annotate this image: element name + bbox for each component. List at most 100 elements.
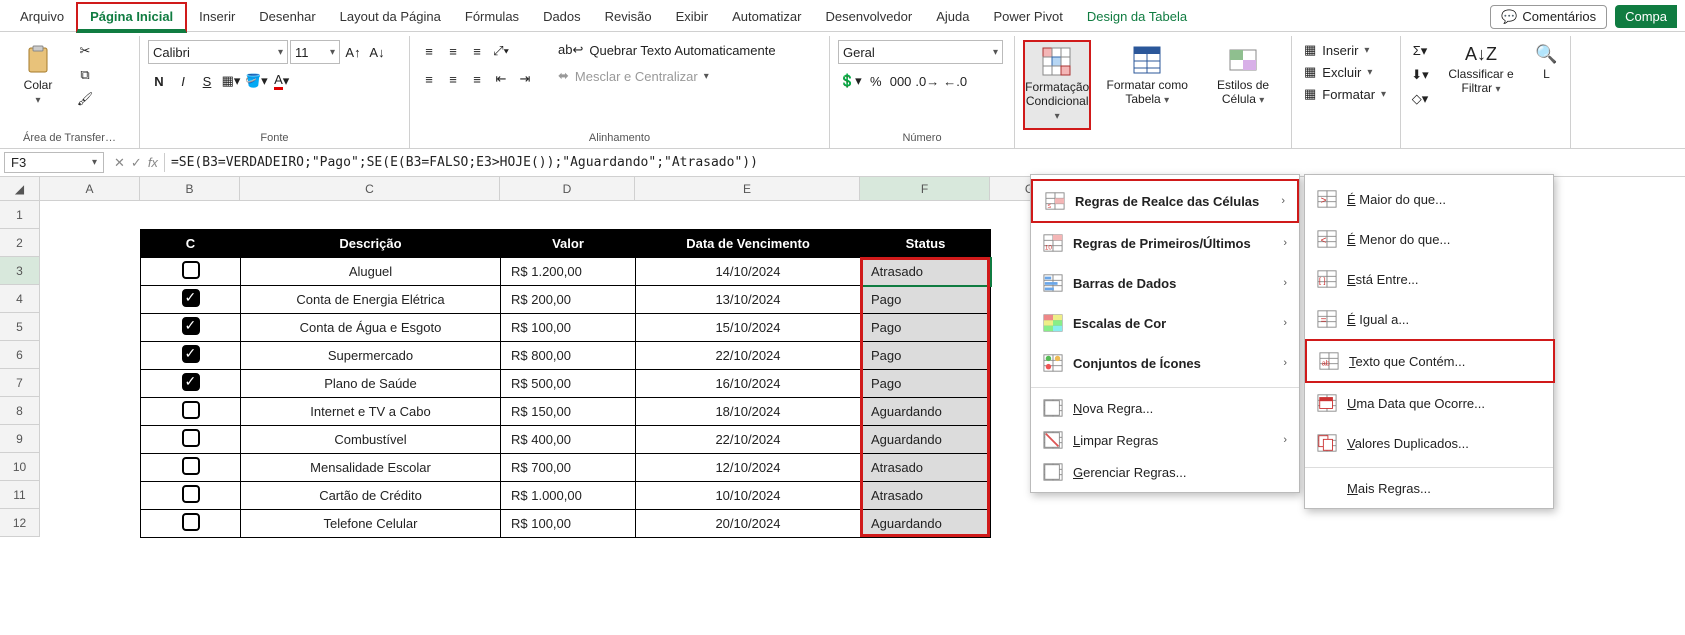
decrease-indent-button[interactable]: ⇤ xyxy=(490,68,512,90)
tab-layout-da-p-gina[interactable]: Layout da Página xyxy=(328,4,453,29)
italic-button[interactable]: I xyxy=(172,70,194,92)
orientation-button[interactable]: ⤢▾ xyxy=(490,40,512,62)
cell-valor[interactable]: R$ 150,00 xyxy=(501,398,636,426)
tab-desenvolvedor[interactable]: Desenvolvedor xyxy=(814,4,925,29)
tab-revis-o[interactable]: Revisão xyxy=(593,4,664,29)
tab-arquivo[interactable]: Arquivo xyxy=(8,4,76,29)
align-middle-button[interactable]: ≡ xyxy=(442,40,464,62)
menu-item--menor-do-que-[interactable]: <É Menor do que... xyxy=(1305,219,1555,259)
wrap-text-button[interactable]: ab↩Quebrar Texto Automaticamente xyxy=(554,40,780,60)
checkbox[interactable] xyxy=(182,373,200,391)
increase-font-button[interactable]: A↑ xyxy=(342,41,364,63)
cell-vencimento[interactable]: 14/10/2024 xyxy=(636,258,861,286)
col-header-F[interactable]: F xyxy=(860,177,990,201)
menu-item--maior-do-que-[interactable]: >É Maior do que... xyxy=(1305,179,1555,219)
menu-item-uma-data-que-ocorre-[interactable]: Uma Data que Ocorre... xyxy=(1305,383,1555,423)
cell-status[interactable]: Pago xyxy=(861,314,991,342)
cell-vencimento[interactable]: 22/10/2024 xyxy=(636,426,861,454)
cell-styles-button[interactable]: Estilos de Célula ▾ xyxy=(1203,40,1283,112)
underline-button[interactable]: S xyxy=(196,70,218,92)
col-header-E[interactable]: E xyxy=(635,177,860,201)
comma-format-button[interactable]: 000 xyxy=(889,70,913,92)
enter-formula-button[interactable]: ✓ xyxy=(131,155,142,171)
menu-item-escalas-de-cor[interactable]: Escalas de Cor› xyxy=(1031,303,1299,343)
align-top-button[interactable]: ≡ xyxy=(418,40,440,62)
row-header-8[interactable]: 8 xyxy=(0,397,40,425)
menu-item-conjuntos-de-cones[interactable]: Conjuntos de Ícones› xyxy=(1031,343,1299,383)
align-left-button[interactable]: ≡ xyxy=(418,68,440,90)
row-header-3[interactable]: 3 xyxy=(0,257,40,285)
tab-design-da-tabela[interactable]: Design da Tabela xyxy=(1075,4,1199,29)
menu-item-gerenciar-regras...[interactable]: Gerenciar Regras... xyxy=(1031,456,1299,488)
select-all-corner[interactable]: ◢ xyxy=(0,177,40,201)
cell-vencimento[interactable]: 13/10/2024 xyxy=(636,286,861,314)
delete-cells-button[interactable]: ▦Excluir▾ xyxy=(1300,62,1376,82)
increase-decimal-button[interactable]: .0→ xyxy=(914,70,940,92)
col-header-D[interactable]: D xyxy=(500,177,635,201)
row-header-6[interactable]: 6 xyxy=(0,341,40,369)
fill-button[interactable]: ⬇▾ xyxy=(1409,64,1431,86)
cell-valor[interactable]: R$ 100,00 xyxy=(501,510,636,538)
cell-valor[interactable]: R$ 700,00 xyxy=(501,454,636,482)
cell-valor[interactable]: R$ 1.000,00 xyxy=(501,482,636,510)
cell-vencimento[interactable]: 12/10/2024 xyxy=(636,454,861,482)
menu-item-barras-de-dados[interactable]: Barras de Dados› xyxy=(1031,263,1299,303)
increase-indent-button[interactable]: ⇥ xyxy=(514,68,536,90)
row-header-11[interactable]: 11 xyxy=(0,481,40,509)
cell-valor[interactable]: R$ 1.200,00 xyxy=(501,258,636,286)
cell-status[interactable]: Aguardando xyxy=(861,398,991,426)
row-header-7[interactable]: 7 xyxy=(0,369,40,397)
tab-automatizar[interactable]: Automatizar xyxy=(720,4,813,29)
fx-icon[interactable]: fx xyxy=(148,155,158,170)
font-name-combo[interactable]: Calibri▾ xyxy=(148,40,288,64)
align-bottom-button[interactable]: ≡ xyxy=(466,40,488,62)
checkbox[interactable] xyxy=(182,317,200,335)
menu-item-est-entre-[interactable]: [ ]Está Entre... xyxy=(1305,259,1555,299)
checkbox[interactable] xyxy=(182,485,200,503)
cell-desc[interactable]: Combustível xyxy=(241,426,501,454)
decrease-decimal-button[interactable]: ←.0 xyxy=(942,70,968,92)
cell-vencimento[interactable]: 10/10/2024 xyxy=(636,482,861,510)
autosum-button[interactable]: Σ▾ xyxy=(1409,40,1431,62)
cut-button[interactable]: ✂ xyxy=(74,40,96,62)
cell-vencimento[interactable]: 22/10/2024 xyxy=(636,342,861,370)
cell-status[interactable]: Atrasado xyxy=(861,482,991,510)
row-header-10[interactable]: 10 xyxy=(0,453,40,481)
cell-status[interactable]: Atrasado xyxy=(861,258,991,286)
cell-status[interactable]: Aguardando xyxy=(861,510,991,538)
cancel-formula-button[interactable]: ✕ xyxy=(114,155,125,171)
cell-valor[interactable]: R$ 800,00 xyxy=(501,342,636,370)
cell-vencimento[interactable]: 15/10/2024 xyxy=(636,314,861,342)
fill-color-button[interactable]: 🪣▾ xyxy=(244,70,269,92)
menu-item-nova-regra...[interactable]: Nova Regra... xyxy=(1031,392,1299,424)
percent-format-button[interactable]: % xyxy=(865,70,887,92)
cell-desc[interactable]: Supermercado xyxy=(241,342,501,370)
cell-vencimento[interactable]: 18/10/2024 xyxy=(636,398,861,426)
insert-cells-button[interactable]: ▦Inserir▾ xyxy=(1300,40,1373,60)
cell-valor[interactable]: R$ 500,00 xyxy=(501,370,636,398)
checkbox[interactable] xyxy=(182,289,200,307)
cell-valor[interactable]: R$ 400,00 xyxy=(501,426,636,454)
cell-desc[interactable]: Cartão de Crédito xyxy=(241,482,501,510)
cell-desc[interactable]: Mensalidade Escolar xyxy=(241,454,501,482)
font-size-combo[interactable]: 11▾ xyxy=(290,40,340,64)
format-as-table-button[interactable]: Formatar como Tabela ▾ xyxy=(1097,40,1197,112)
col-header-B[interactable]: B xyxy=(140,177,240,201)
find-select-button[interactable]: 🔍 L xyxy=(1531,40,1562,85)
menu-item-more-rules[interactable]: Mais Regras... xyxy=(1305,472,1555,504)
cell-status[interactable]: Aguardando xyxy=(861,426,991,454)
row-header-12[interactable]: 12 xyxy=(0,509,40,537)
menu-item-regras-de-primeiros-ltimos[interactable]: 10Regras de Primeiros/Últimos› xyxy=(1031,223,1299,263)
cell-valor[interactable]: R$ 100,00 xyxy=(501,314,636,342)
format-cells-button[interactable]: ▦Formatar▾ xyxy=(1300,84,1390,104)
cell-vencimento[interactable]: 16/10/2024 xyxy=(636,370,861,398)
menu-item--igual-a-[interactable]: =É Igual a... xyxy=(1305,299,1555,339)
decrease-font-button[interactable]: A↓ xyxy=(366,41,388,63)
formula-input[interactable]: =SE(B3=VERDADEIRO;"Pago";SE(E(B3=FALSO;E… xyxy=(164,153,1685,172)
menu-item-valores-duplicados-[interactable]: Valores Duplicados... xyxy=(1305,423,1555,463)
borders-button[interactable]: ▦▾ xyxy=(220,70,242,92)
sort-filter-button[interactable]: A↓Z Classificar e Filtrar ▾ xyxy=(1437,40,1525,101)
row-header-5[interactable]: 5 xyxy=(0,313,40,341)
bold-button[interactable]: N xyxy=(148,70,170,92)
checkbox[interactable] xyxy=(182,513,200,531)
